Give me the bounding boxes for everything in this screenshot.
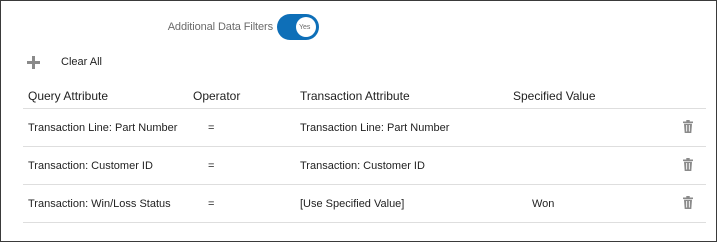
- plus-icon[interactable]: [27, 56, 40, 69]
- data-filters-panel: Additional Data Filters Yes Clear All Qu…: [0, 0, 717, 242]
- filter-table: Query Attribute Operator Transaction Att…: [23, 81, 706, 223]
- transaction-attribute-cell[interactable]: Transaction: Customer ID: [300, 160, 425, 172]
- trash-icon[interactable]: [683, 196, 693, 210]
- table-header: Query Attribute Operator Transaction Att…: [23, 81, 706, 109]
- additional-data-filters-label: Additional Data Filters: [167, 21, 273, 33]
- additional-data-filters-toggle[interactable]: [277, 14, 319, 40]
- column-header-transaction-attribute: Transaction Attribute: [300, 89, 410, 103]
- toggle-state-label: Yes: [299, 24, 311, 31]
- specified-value-cell[interactable]: Won: [532, 198, 554, 210]
- clear-all-button[interactable]: Clear All: [61, 56, 102, 68]
- table-row: Transaction: Win/Loss Status = [Use Spec…: [23, 185, 706, 223]
- operator-cell[interactable]: =: [208, 160, 214, 172]
- query-attribute-cell[interactable]: Transaction: Customer ID: [28, 160, 153, 172]
- trash-icon[interactable]: [683, 158, 693, 172]
- table-row: Transaction Line: Part Number = Transact…: [23, 109, 706, 147]
- query-attribute-cell[interactable]: Transaction: Win/Loss Status: [28, 198, 171, 210]
- transaction-attribute-cell[interactable]: Transaction Line: Part Number: [300, 122, 449, 134]
- column-header-query-attribute: Query Attribute: [28, 89, 109, 103]
- operator-cell[interactable]: =: [208, 198, 214, 210]
- query-attribute-cell[interactable]: Transaction Line: Part Number: [28, 122, 177, 134]
- table-row: Transaction: Customer ID = Transaction: …: [23, 147, 706, 185]
- column-header-specified-value: Specified Value: [513, 89, 596, 103]
- additional-data-filters-row: Additional Data Filters Yes: [1, 13, 717, 41]
- trash-icon[interactable]: [683, 120, 693, 134]
- filter-toolbar: Clear All: [27, 55, 327, 71]
- transaction-attribute-cell[interactable]: [Use Specified Value]: [300, 198, 404, 210]
- column-header-operator: Operator: [193, 89, 241, 103]
- operator-cell[interactable]: =: [208, 122, 214, 134]
